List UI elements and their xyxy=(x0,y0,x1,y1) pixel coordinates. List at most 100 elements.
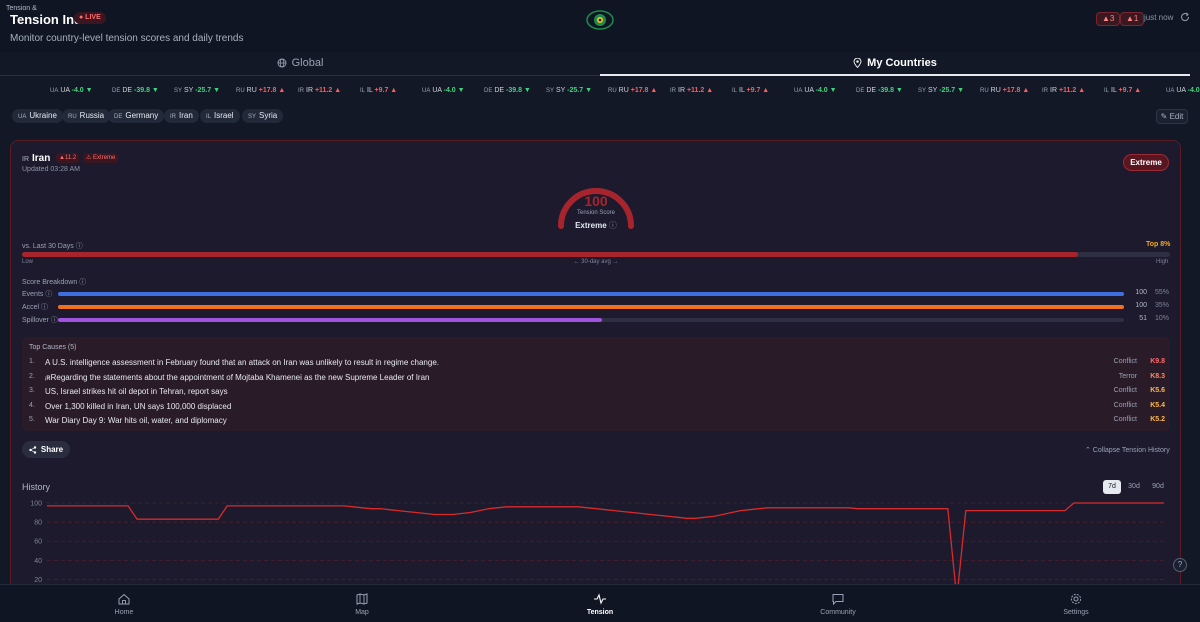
cause-row[interactable]: 3. US, Israel strikes hit oil depot in Te… xyxy=(29,387,1165,399)
chip-code: IR xyxy=(170,114,176,120)
ticker-item[interactable]: IL IL +9.7 ▲ xyxy=(360,87,397,94)
ticker-name: DE xyxy=(494,87,507,94)
ticker-item[interactable]: SY SY -25.7 ▼ xyxy=(918,87,964,94)
nav-label: Community xyxy=(820,609,856,616)
country-chip-ukraine[interactable]: UA Ukraine xyxy=(12,109,63,123)
share-label: Share xyxy=(40,445,64,454)
edit-button[interactable]: ✎ Edit xyxy=(1156,109,1188,124)
info-icon[interactable]: ⓘ xyxy=(609,221,617,230)
ticker-name: UA xyxy=(1176,87,1188,94)
delta-badge: ▲11.2 xyxy=(56,153,80,163)
collapse-history-button[interactable]: ⌃ Collapse Tension History xyxy=(1085,446,1170,454)
ticker-name: SY xyxy=(184,87,196,94)
nav-item-settings[interactable]: Settings xyxy=(1036,592,1116,616)
country-code: IR xyxy=(22,156,29,163)
country-chip-germany[interactable]: DE Germany xyxy=(108,109,165,123)
info-icon[interactable]: ⓘ xyxy=(79,279,86,286)
cause-category: Conflict xyxy=(1113,358,1137,365)
ticker-item[interactable]: IR IR +11.2 ▲ xyxy=(298,87,341,94)
ticker-item[interactable]: RU RU +17.8 ▲ xyxy=(980,87,1029,94)
country-chip-iran[interactable]: IR Iran xyxy=(164,109,199,123)
ticker-code: IR xyxy=(670,88,676,94)
range-90d-button[interactable]: 90d xyxy=(1149,480,1167,494)
share-button[interactable]: Share xyxy=(22,441,70,458)
ticker-item[interactable]: DE DE -39.8 ▼ xyxy=(856,87,903,94)
last-updated-text: just now xyxy=(1144,13,1174,22)
chip-label: Israel xyxy=(214,111,234,120)
chip-label: Russia xyxy=(79,111,105,120)
tab-global[interactable]: Global xyxy=(0,52,600,76)
cause-row[interactable]: 5. War Diary Day 9: War hits oil, water, … xyxy=(29,416,1165,428)
ticker-delta: -4.0 ▼ xyxy=(443,87,465,94)
breakdown-weight: 55% xyxy=(1154,289,1169,296)
ticker-item[interactable]: UAUA -4.0 ▼ xyxy=(422,87,465,94)
ticker-code: RU xyxy=(236,88,245,94)
country-chip-israel[interactable]: IL Israel xyxy=(200,109,240,123)
ticker-code: SY xyxy=(174,88,183,94)
breakdown-value: 51 xyxy=(1139,315,1147,322)
ticker-code: UA xyxy=(1166,88,1175,94)
ticker-code: SY xyxy=(918,88,927,94)
ticker-code: UA xyxy=(50,88,59,94)
ticker-item[interactable]: IR IR +11.2 ▲ xyxy=(1042,87,1085,94)
ticker-delta: -25.7 ▼ xyxy=(567,87,592,94)
chip-label: Ukraine xyxy=(29,111,57,120)
ticker-item[interactable]: RU RU +17.8 ▲ xyxy=(608,87,657,94)
ticker-item[interactable]: DE DE -39.8 ▼ xyxy=(484,87,531,94)
alert-count-badge[interactable]: ▲3 xyxy=(1096,12,1121,26)
ticker-item[interactable]: UAUA -4.0 ▼ xyxy=(1166,87,1200,94)
tab-my-countries[interactable]: My Countries xyxy=(600,52,1190,76)
cause-row[interactable]: 2. ᵢʀRegarding the statements about the a… xyxy=(29,373,1165,385)
nav-item-map[interactable]: Map xyxy=(322,592,402,616)
pin-icon xyxy=(853,58,862,69)
ticker-item[interactable]: IR IR +11.2 ▲ xyxy=(670,87,713,94)
ticker-name: IR xyxy=(678,87,687,94)
range-30d-button[interactable]: 30d xyxy=(1125,480,1143,494)
nav-item-tension[interactable]: Tension xyxy=(560,592,640,616)
ticker-delta: +17.8 ▲ xyxy=(1002,87,1030,94)
ticker-item[interactable]: UAUA -4.0 ▼ xyxy=(50,87,93,94)
info-icon[interactable]: ⓘ xyxy=(76,243,83,250)
cause-score: K5.6 xyxy=(1150,387,1165,394)
nav-item-community[interactable]: Community xyxy=(798,592,878,616)
ticker-name: SY xyxy=(556,87,568,94)
help-button[interactable]: ? xyxy=(1173,558,1187,572)
y-tick-label: 40 xyxy=(34,558,42,565)
ticker-delta: +11.2 ▲ xyxy=(686,87,714,94)
refresh-icon[interactable] xyxy=(1180,12,1190,22)
cause-score: K8.3 xyxy=(1150,372,1165,380)
ticker-name: IL xyxy=(367,87,375,94)
cause-row[interactable]: 1. A U.S. intelligence assessment in Febr… xyxy=(29,358,1165,370)
country-chip-syria[interactable]: SY Syria xyxy=(242,109,284,123)
ticker-code: UA xyxy=(794,88,803,94)
ticker-item[interactable]: RU RU +17.8 ▲ xyxy=(236,87,285,94)
ticker-item[interactable]: SY SY -25.7 ▼ xyxy=(174,87,220,94)
ticker-item[interactable]: DE DE -39.8 ▼ xyxy=(112,87,159,94)
ticker-code: IR xyxy=(1042,88,1048,94)
ticker-name: IL xyxy=(739,87,747,94)
alert-count-badge[interactable]: ▲1 xyxy=(1120,12,1145,26)
breakdown-accel-bar xyxy=(58,305,1124,309)
bottom-nav: Home Map Tension Community Settings xyxy=(0,584,1200,622)
ticker-delta: -39.8 ▼ xyxy=(878,87,903,94)
ticker-item[interactable]: UAUA -4.0 ▼ xyxy=(794,87,837,94)
ticker-item[interactable]: IL IL +9.7 ▲ xyxy=(1104,87,1141,94)
ticker-item[interactable]: IL IL +9.7 ▲ xyxy=(732,87,769,94)
range-7d-button[interactable]: 7d xyxy=(1103,480,1121,494)
ticker-item[interactable]: SY SY -25.7 ▼ xyxy=(546,87,592,94)
map-icon xyxy=(356,593,368,605)
ticker-delta: +11.2 ▲ xyxy=(314,87,342,94)
nav-item-home[interactable]: Home xyxy=(84,592,164,616)
ticker-code: IL xyxy=(1104,88,1110,94)
country-chip-russia[interactable]: RU Russia xyxy=(62,109,111,123)
level-pill: Extreme xyxy=(1123,154,1169,171)
chip-code: SY xyxy=(248,114,257,120)
ticker-name: UA xyxy=(60,87,72,94)
ticker-name: RU xyxy=(246,87,259,94)
tab-label: My Countries xyxy=(867,57,937,69)
cause-number: 1. xyxy=(29,358,35,365)
nav-label: Map xyxy=(355,609,369,616)
cause-row[interactable]: 4. Over 1,300 killed in Iran, UN says 100… xyxy=(29,402,1165,414)
ticker-delta: -25.7 ▼ xyxy=(195,87,220,94)
ticker-delta: -4.0 ▼ xyxy=(815,87,837,94)
